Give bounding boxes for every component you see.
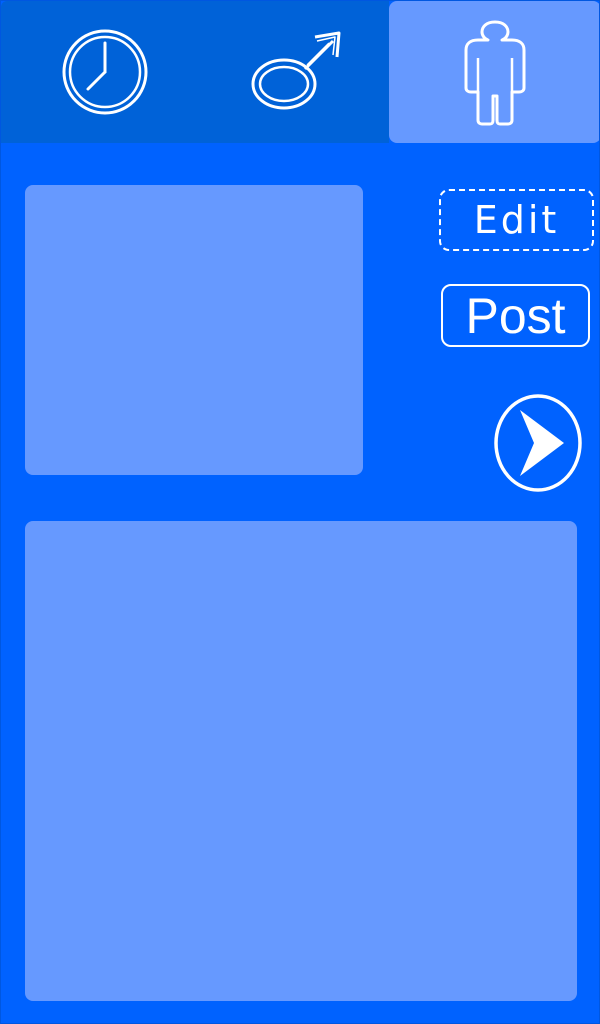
next-button[interactable] bbox=[494, 394, 582, 492]
edit-button[interactable]: Edit bbox=[439, 189, 594, 251]
post-button-label: Post bbox=[465, 287, 566, 344]
chevron-right-circle-icon bbox=[494, 394, 582, 492]
tab-bar bbox=[1, 1, 599, 143]
tab-gender[interactable] bbox=[208, 1, 389, 143]
post-button[interactable]: Post bbox=[441, 284, 590, 347]
content-panel bbox=[25, 521, 577, 1001]
image-placeholder bbox=[25, 185, 363, 475]
tab-clock[interactable] bbox=[1, 1, 208, 143]
edit-button-label: Edit bbox=[473, 198, 560, 242]
tab-profile[interactable] bbox=[389, 1, 599, 143]
clock-icon bbox=[62, 29, 147, 115]
person-icon bbox=[464, 20, 526, 126]
app-window: Edit Post bbox=[0, 0, 600, 1024]
male-symbol-icon bbox=[251, 31, 340, 110]
